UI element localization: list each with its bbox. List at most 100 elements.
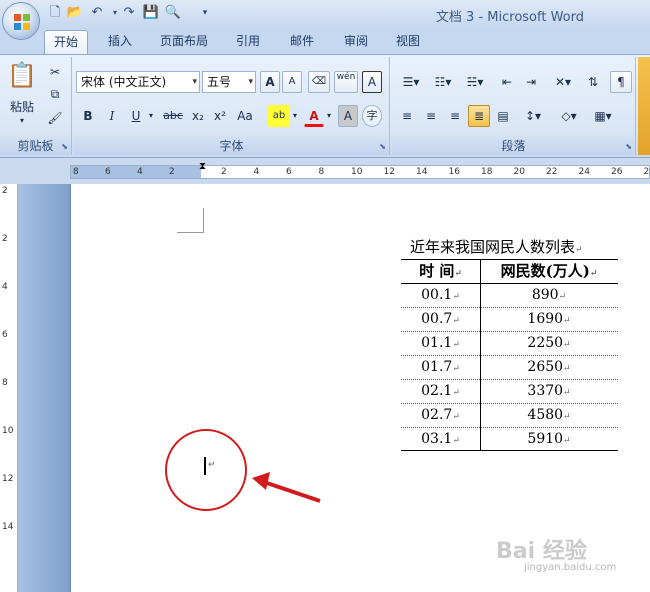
ruler-number: 4 <box>253 167 260 177</box>
underline-dropdown-icon[interactable]: ▾ <box>146 105 156 127</box>
font-color-dropdown-icon[interactable]: ▾ <box>324 105 334 127</box>
ruler-number: 16 <box>448 167 460 177</box>
table-cell[interactable]: 01.1↵ <box>401 331 480 355</box>
ruler-number: 4 <box>2 282 8 292</box>
sort-icon[interactable]: ⇅ <box>582 71 604 93</box>
distributed-icon[interactable]: ▤ <box>492 105 514 127</box>
tab-home[interactable]: 开始 <box>44 30 88 54</box>
increase-indent-icon[interactable]: ⇥ <box>520 71 542 93</box>
ruler-number: 2 <box>2 186 8 196</box>
table-cell[interactable]: 01.7↵ <box>401 355 480 379</box>
ruler-number: 12 <box>2 474 14 484</box>
title-bar: 🗋 📂 ↶ ▾ ↷ 💾 🔍 ▾ 文档 3 - Microsoft Word <box>0 0 650 28</box>
decrease-indent-icon[interactable]: ⇤ <box>496 71 518 93</box>
clipboard-launcher-icon[interactable]: ⬊ <box>61 142 68 151</box>
table-border <box>401 379 618 380</box>
tab-page-layout[interactable]: 页面布局 <box>152 30 216 54</box>
underline-button[interactable]: U <box>126 105 146 127</box>
tab-review[interactable]: 审阅 <box>334 30 378 54</box>
indent-marker-icon[interactable]: ⧗ <box>199 162 206 172</box>
char-border-button[interactable]: A <box>362 71 382 93</box>
enclose-chars-button[interactable]: 字 <box>362 105 382 127</box>
clipboard-group: 📋 粘贴 ▾ ✂ ⧉ 🖌 剪贴板 ⬊ <box>0 57 72 155</box>
format-painter-icon[interactable]: 🖌 <box>44 107 66 129</box>
copy-icon[interactable]: ⧉ <box>44 83 66 105</box>
numbering-icon[interactable]: ☷▾ <box>428 71 458 93</box>
borders-icon[interactable]: ▦▾ <box>588 105 618 127</box>
chevron-down-icon: ▾ <box>248 77 253 87</box>
paragraph-launcher-icon[interactable]: ⬊ <box>625 142 632 151</box>
ruler-number: 28 <box>643 167 650 177</box>
clear-formatting-icon[interactable]: ⌫ <box>308 71 330 93</box>
table-cell[interactable]: 2650↵ <box>480 355 618 379</box>
change-case-button[interactable]: Aa <box>232 105 258 127</box>
annotation-circle <box>165 429 247 511</box>
table-border <box>401 450 618 451</box>
grow-font-button[interactable]: A <box>260 71 280 93</box>
font-launcher-icon[interactable]: ⬊ <box>379 142 386 151</box>
paragraph-group: ☰▾ ☷▾ ☵▾ ⇤ ⇥ ✕▾ ⇅ ¶ ≡ ≡ ≡ ≣ ▤ ↕▾ ◇▾ ▦▾ 段… <box>392 57 636 155</box>
superscript-button[interactable]: x² <box>210 105 230 127</box>
ruler-number: 4 <box>137 167 143 177</box>
table-cell[interactable]: 4580↵ <box>480 403 618 427</box>
table-cell[interactable]: 890↵ <box>480 283 618 307</box>
cut-icon[interactable]: ✂ <box>44 61 66 83</box>
tab-view[interactable]: 视图 <box>386 30 430 54</box>
align-left-icon[interactable]: ≡ <box>396 105 418 127</box>
subscript-button[interactable]: x₂ <box>188 105 208 127</box>
phonetic-guide-button[interactable]: wén <box>334 71 358 93</box>
multilevel-list-icon[interactable]: ☵▾ <box>460 71 490 93</box>
table-cell[interactable]: 5910↵ <box>480 427 618 451</box>
highlight-dropdown-icon[interactable]: ▾ <box>290 105 300 127</box>
tab-insert[interactable]: 插入 <box>98 30 142 54</box>
font-name-combo[interactable]: 宋体 (中文正文) ▾ <box>76 71 200 93</box>
table-cell[interactable]: 2250↵ <box>480 331 618 355</box>
paragraph-group-label: 段落 <box>392 137 635 155</box>
table-header-cell[interactable]: 时 间↵ <box>401 259 480 283</box>
justify-icon[interactable]: ≣ <box>468 105 490 127</box>
horizontal-ruler[interactable]: 8642246810121416182022242628 ⧗ <box>0 160 650 184</box>
ribbon: 📋 粘贴 ▾ ✂ ⧉ 🖌 剪贴板 ⬊ 宋体 (中文正文) ▾ 五号 ▾ A A … <box>0 54 650 158</box>
font-color-button[interactable]: A <box>304 105 324 127</box>
strikethrough-button[interactable]: abc <box>160 105 186 127</box>
vertical-ruler[interactable]: 2 2 4 6 8 10 12 14 <box>0 184 18 592</box>
table-border <box>401 331 618 332</box>
shading-icon[interactable]: ◇▾ <box>554 105 584 127</box>
annotation-arrow-icon <box>252 472 321 503</box>
bullets-icon[interactable]: ☰▾ <box>396 71 426 93</box>
ruler-number: 18 <box>481 167 493 177</box>
table-header-cell[interactable]: 网民数(万人)↵ <box>480 259 618 283</box>
table-border <box>401 403 618 404</box>
table-cell[interactable]: 03.1↵ <box>401 427 480 451</box>
table-title: 近年来我国网民人数列表↵ <box>410 238 583 256</box>
shrink-font-button[interactable]: A <box>282 71 302 93</box>
align-right-icon[interactable]: ≡ <box>444 105 466 127</box>
table-cell[interactable]: 00.7↵ <box>401 307 480 331</box>
table-cell[interactable]: 02.7↵ <box>401 403 480 427</box>
show-marks-icon[interactable]: ¶ <box>610 71 632 93</box>
table-border <box>480 259 481 451</box>
styles-group-edge[interactable] <box>638 57 650 155</box>
tab-references[interactable]: 引用 <box>226 30 270 54</box>
tab-mailings[interactable]: 邮件 <box>280 30 324 54</box>
align-center-icon[interactable]: ≡ <box>420 105 442 127</box>
highlight-button[interactable]: ab <box>268 105 290 127</box>
ruler-number: 14 <box>416 167 428 177</box>
font-size-combo[interactable]: 五号 ▾ <box>202 71 256 93</box>
office-button[interactable] <box>2 2 40 40</box>
table-cell[interactable]: 02.1↵ <box>401 379 480 403</box>
table-cell[interactable]: 1690↵ <box>480 307 618 331</box>
paste-button[interactable]: 📋 粘贴 ▾ <box>4 59 40 129</box>
asian-layout-icon[interactable]: ✕▾ <box>548 71 578 93</box>
char-shading-button[interactable]: A <box>338 105 358 127</box>
table-cell[interactable]: 00.1↵ <box>401 283 480 307</box>
ruler-number: 12 <box>383 167 395 177</box>
ruler-number: 24 <box>578 167 590 177</box>
table-cell[interactable]: 3370↵ <box>480 379 618 403</box>
ruler-number: 8 <box>2 378 8 388</box>
italic-button[interactable]: I <box>102 105 122 127</box>
bold-button[interactable]: B <box>78 105 98 127</box>
line-spacing-icon[interactable]: ↕▾ <box>518 105 548 127</box>
ruler-number: 2 <box>169 167 175 177</box>
paste-dropdown-icon: ▾ <box>19 116 24 125</box>
